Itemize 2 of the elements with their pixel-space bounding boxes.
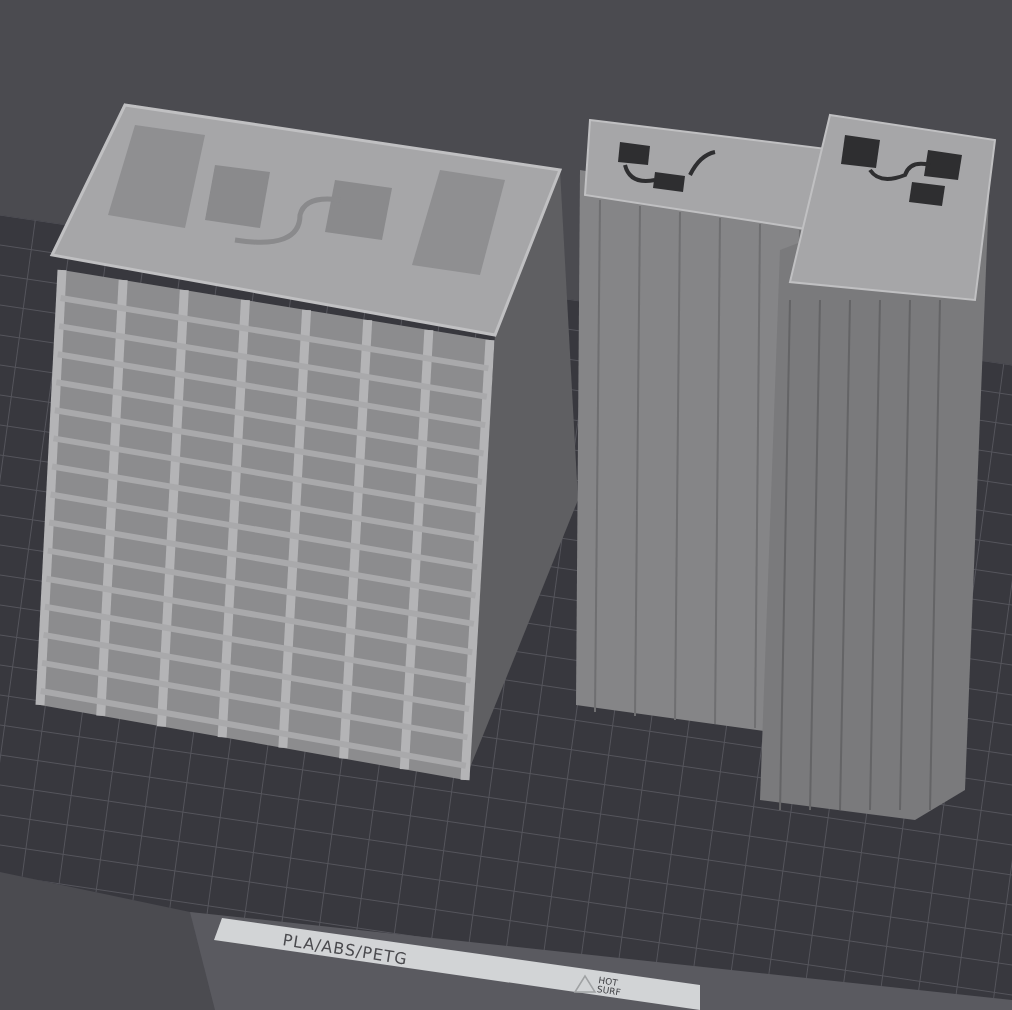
warning-text: HOT SURF: [596, 975, 622, 998]
warning-icon: [573, 974, 597, 993]
